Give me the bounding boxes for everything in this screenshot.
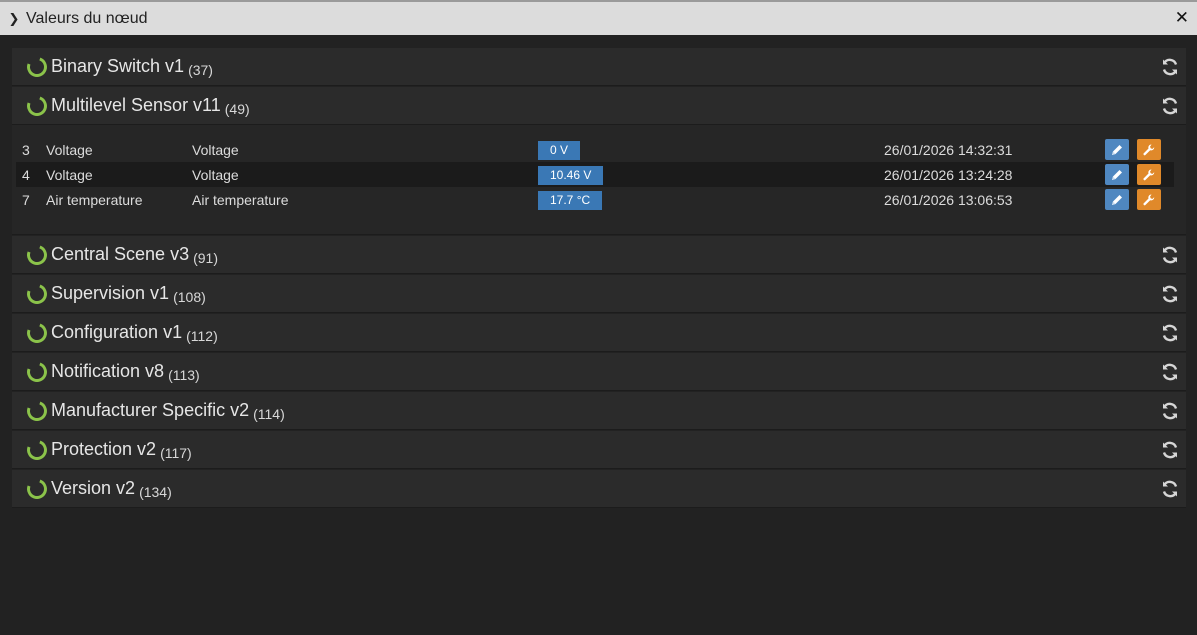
row-label: Voltage — [46, 166, 93, 183]
panel-title: Binary Switch v1 — [51, 56, 185, 76]
refresh-icon[interactable] — [1160, 440, 1180, 460]
panel-header[interactable]: Protection v2 (117) — [12, 431, 1186, 468]
refresh-icon[interactable] — [1160, 362, 1180, 382]
panel-header[interactable]: Notification v8 (113) — [12, 353, 1186, 390]
row-timestamp: 26/01/2026 14:32:31 — [884, 141, 1013, 158]
value-badge: 10.46 V — [538, 166, 604, 185]
status-ring-icon — [23, 241, 51, 268]
refresh-icon[interactable] — [1160, 479, 1180, 499]
panel-notification: Notification v8 (113) — [12, 353, 1186, 391]
row-name: Air temperature — [192, 191, 289, 208]
pencil-icon — [1112, 194, 1122, 205]
settings-button[interactable] — [1137, 139, 1161, 160]
wrench-icon — [1143, 143, 1155, 155]
pencil-icon — [1112, 169, 1122, 180]
refresh-icon[interactable] — [1160, 401, 1180, 421]
command-class-list: Binary Switch v1 (37) Multilevel Sensor … — [12, 48, 1186, 509]
panel-multilevel-sensor: Multilevel Sensor v11 (49) 3 Voltage Vol… — [12, 87, 1186, 235]
panel-title: Protection v2 — [51, 439, 157, 459]
panel-version: Version v2 (134) — [12, 470, 1186, 508]
panel-id: (108) — [173, 288, 206, 305]
panel-manufacturer-specific: Manufacturer Specific v2 (114) — [12, 392, 1186, 430]
panel-id: (112) — [186, 327, 218, 344]
status-ring-icon — [23, 358, 51, 385]
panel-title: Version v2 — [51, 478, 136, 498]
panel-id: (91) — [193, 249, 218, 266]
value-badge: 17.7 °C — [538, 191, 603, 210]
panel-header[interactable]: Version v2 (134) — [12, 470, 1186, 507]
panel-id: (134) — [139, 483, 172, 500]
row-index: 7 — [22, 191, 30, 208]
status-ring-icon — [23, 475, 51, 502]
row-index: 3 — [22, 141, 30, 158]
panel-header[interactable]: Manufacturer Specific v2 (114) — [12, 392, 1186, 429]
panel-id: (49) — [224, 100, 250, 117]
panel-title: Multilevel Sensor v11 — [51, 95, 221, 115]
panel-protection: Protection v2 (117) — [12, 431, 1186, 469]
row-name: Voltage — [192, 141, 239, 158]
panel-header[interactable]: Central Scene v3 (91) — [12, 236, 1186, 273]
panel-header[interactable]: Binary Switch v1 (37) — [12, 48, 1186, 85]
table-row: 7 Air temperature Air temperature 17.7 °… — [16, 187, 1174, 212]
edit-button[interactable] — [1105, 189, 1129, 210]
panel-supervision: Supervision v1 (108) — [12, 275, 1186, 313]
refresh-icon[interactable] — [1160, 96, 1180, 116]
row-name: Voltage — [192, 166, 239, 183]
window-titlebar: ❯ Valeurs du nœud ✕ — [0, 0, 1197, 35]
refresh-icon[interactable] — [1160, 245, 1180, 265]
settings-button[interactable] — [1137, 164, 1161, 185]
pencil-icon — [1112, 144, 1122, 155]
status-ring-icon — [23, 436, 51, 463]
row-timestamp: 26/01/2026 13:24:28 — [884, 166, 1013, 183]
panel-title: Notification v8 — [51, 361, 165, 381]
panel-id: (114) — [253, 405, 285, 422]
panel-id: (113) — [168, 366, 200, 383]
wrench-icon — [1143, 193, 1155, 205]
row-timestamp: 26/01/2026 13:06:53 — [884, 191, 1013, 208]
window-title: Valeurs du nœud — [26, 9, 148, 27]
refresh-icon[interactable] — [1160, 284, 1180, 304]
table-row: 4 Voltage Voltage 10.46 V 26/01/2026 13:… — [16, 162, 1174, 187]
panel-binary-switch: Binary Switch v1 (37) — [12, 48, 1186, 86]
panel-header[interactable]: Configuration v1 (112) — [12, 314, 1186, 351]
panel-central-scene: Central Scene v3 (91) — [12, 236, 1186, 274]
panel-header[interactable]: Supervision v1 (108) — [12, 275, 1186, 312]
panel-title: Supervision v1 — [51, 283, 170, 303]
value-badge: 0 V — [538, 141, 581, 160]
edit-button[interactable] — [1105, 164, 1129, 185]
status-ring-icon — [23, 92, 51, 119]
wrench-icon — [1143, 168, 1155, 180]
refresh-icon[interactable] — [1160, 57, 1180, 77]
status-ring-icon — [23, 53, 51, 80]
panel-id: (37) — [188, 61, 213, 78]
panel-header[interactable]: Multilevel Sensor v11 (49) — [12, 87, 1186, 124]
panel-title: Manufacturer Specific v2 — [51, 400, 250, 420]
values-table: 3 Voltage Voltage 0 V 26/01/2026 14:32:3… — [12, 124, 1186, 234]
row-index: 4 — [22, 166, 30, 183]
panel-id: (117) — [160, 444, 192, 461]
panel-title: Central Scene v3 — [51, 244, 190, 264]
table-row: 3 Voltage Voltage 0 V 26/01/2026 14:32:3… — [16, 137, 1174, 162]
panel-title: Configuration v1 — [51, 322, 183, 342]
row-label: Air temperature — [46, 191, 143, 208]
status-ring-icon — [23, 280, 51, 307]
refresh-icon[interactable] — [1160, 323, 1180, 343]
status-ring-icon — [23, 397, 51, 424]
edit-button[interactable] — [1105, 139, 1129, 160]
close-icon[interactable]: ✕ — [1175, 8, 1189, 28]
row-label: Voltage — [46, 141, 93, 158]
settings-button[interactable] — [1137, 189, 1161, 210]
status-ring-icon — [23, 319, 51, 346]
chevron-right-icon[interactable]: ❯ — [0, 11, 26, 27]
panel-configuration: Configuration v1 (112) — [12, 314, 1186, 352]
